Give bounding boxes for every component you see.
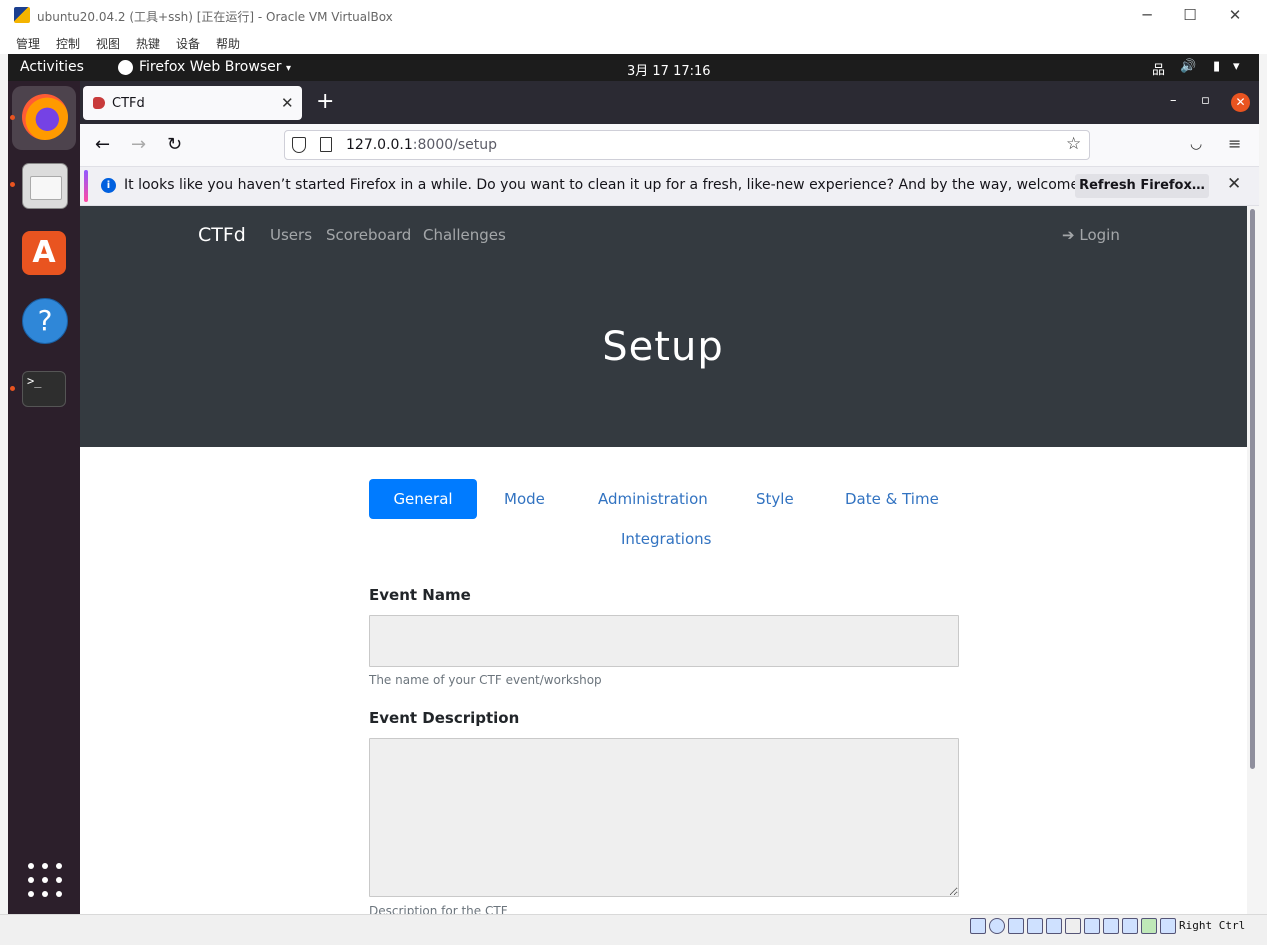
network-adapter-icon[interactable]	[1027, 918, 1043, 934]
login-label: Login	[1079, 226, 1120, 244]
tab-title: CTFd	[112, 96, 145, 111]
page-info-icon[interactable]	[320, 137, 332, 152]
show-apps-icon[interactable]	[28, 863, 62, 897]
hard-disk-icon[interactable]	[970, 918, 986, 934]
shared-folders-icon[interactable]	[1065, 918, 1081, 934]
running-indicator	[10, 386, 15, 391]
running-indicator	[10, 115, 15, 120]
virtualization-icon[interactable]	[1122, 918, 1138, 934]
reload-button[interactable]: ↻	[167, 134, 182, 155]
help-icon[interactable]: ?	[22, 298, 68, 344]
running-indicator	[10, 182, 15, 187]
page-title: Setup	[602, 324, 724, 370]
mouse-integration-icon[interactable]	[1141, 918, 1157, 934]
url-path: :8000/setup	[412, 137, 498, 153]
ctfd-favicon-icon	[93, 97, 105, 109]
notification-accent-stripe	[84, 170, 88, 202]
system-menu-chevron-icon[interactable]: ▾	[1233, 59, 1240, 74]
virtualbox-app-icon	[14, 7, 30, 23]
host-key-label: Right Ctrl	[1179, 919, 1246, 932]
nav-users-link[interactable]: Users	[270, 226, 312, 244]
vbox-close-button[interactable]: ✕	[1215, 4, 1255, 28]
software-store-icon[interactable]: A	[22, 231, 66, 275]
firefox-small-icon	[118, 60, 133, 75]
refresh-firefox-button[interactable]: Refresh Firefox…	[1075, 174, 1209, 198]
event-name-input[interactable]	[369, 615, 959, 667]
event-name-help: The name of your CTF event/workshop	[369, 673, 602, 687]
volume-icon[interactable]: 🔊	[1180, 59, 1196, 74]
display-icon[interactable]	[1084, 918, 1100, 934]
notification-message: It looks like you haven’t started Firefo…	[124, 177, 1123, 193]
vbox-menu-control[interactable]: 控制	[56, 35, 80, 52]
vbox-menu-view[interactable]: 视图	[96, 35, 120, 52]
usb-icon[interactable]	[1046, 918, 1062, 934]
url-host: 127.0.0.1	[346, 137, 413, 153]
tab-date-time[interactable]: Date & Time	[845, 479, 939, 519]
firefox-restore-button[interactable]: ▫	[1201, 93, 1210, 108]
vbox-menu-devices[interactable]: 设备	[176, 35, 200, 52]
url-text[interactable]: 127.0.0.1:8000/setup	[346, 137, 497, 153]
login-link[interactable]: ➔ Login	[1062, 226, 1120, 244]
vbox-right-border	[1259, 54, 1267, 914]
app-menu-button[interactable]: Firefox Web Browser ▾	[139, 59, 291, 75]
vbox-menu-hotkeys[interactable]: 热键	[136, 35, 160, 52]
network-icon[interactable]: 品	[1152, 59, 1165, 78]
bookmark-star-icon[interactable]: ☆	[1066, 134, 1081, 154]
back-button[interactable]: ←	[95, 134, 110, 155]
recording-icon[interactable]	[1103, 918, 1119, 934]
tab-integrations[interactable]: Integrations	[621, 519, 711, 559]
files-icon[interactable]	[22, 163, 68, 209]
tracking-protection-shield-icon[interactable]	[292, 137, 306, 153]
optical-drive-icon[interactable]	[989, 918, 1005, 934]
audio-icon[interactable]	[1008, 918, 1024, 934]
sign-in-icon: ➔	[1062, 226, 1075, 244]
terminal-icon[interactable]: >_	[22, 371, 66, 407]
notification-close-icon[interactable]: ✕	[1227, 174, 1241, 194]
vbox-menu-help[interactable]: 帮助	[216, 35, 240, 52]
firefox-close-button[interactable]: ✕	[1231, 93, 1250, 112]
nav-scoreboard-link[interactable]: Scoreboard	[326, 226, 411, 244]
vbox-left-border	[0, 54, 8, 914]
app-menu-label: Firefox Web Browser	[139, 59, 282, 75]
tab-mode[interactable]: Mode	[504, 479, 545, 519]
vbox-minimize-button[interactable]: ─	[1127, 4, 1167, 28]
event-name-label: Event Name	[369, 586, 471, 604]
page-scrollbar-thumb[interactable]	[1250, 209, 1255, 769]
activities-button[interactable]: Activities	[20, 59, 84, 75]
event-description-label: Event Description	[369, 709, 520, 727]
hamburger-menu-icon[interactable]: ≡	[1228, 134, 1241, 153]
pocket-icon[interactable]: ◡	[1190, 136, 1202, 152]
nav-challenges-link[interactable]: Challenges	[423, 226, 506, 244]
clock[interactable]: 3月 17 17:16	[627, 60, 711, 79]
tab-administration[interactable]: Administration	[598, 479, 708, 519]
vbox-menu-manage[interactable]: 管理	[16, 35, 40, 52]
tab-general[interactable]: General	[369, 479, 477, 519]
forward-button[interactable]: →	[131, 134, 146, 155]
vbox-maximize-button[interactable]: ☐	[1170, 4, 1210, 28]
chevron-down-icon: ▾	[285, 63, 291, 74]
info-icon: i	[101, 178, 116, 193]
new-tab-button[interactable]: +	[316, 91, 334, 113]
event-description-textarea[interactable]	[369, 738, 959, 897]
keyboard-capture-icon[interactable]	[1160, 918, 1176, 934]
firefox-minimize-button[interactable]: –	[1170, 93, 1177, 108]
firefox-icon[interactable]	[22, 94, 68, 140]
virtualbox-window-title: ubuntu20.04.2 (工具+ssh) [正在运行] - Oracle V…	[37, 10, 393, 24]
ctfd-brand-link[interactable]: CTFd	[198, 224, 246, 246]
tab-close-icon[interactable]: ✕	[281, 94, 294, 112]
tab-style[interactable]: Style	[756, 479, 794, 519]
battery-icon[interactable]: ▮	[1213, 59, 1220, 74]
